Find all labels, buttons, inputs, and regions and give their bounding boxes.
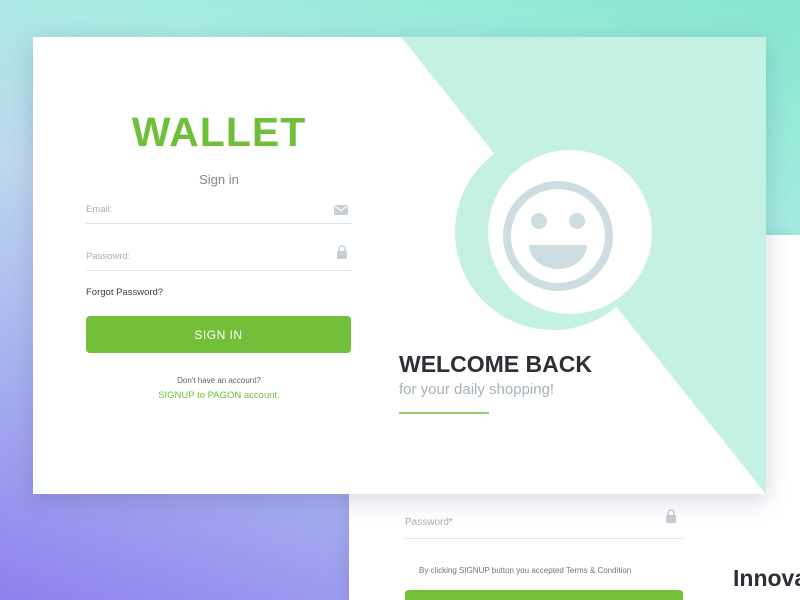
mail-icon	[334, 202, 348, 220]
welcome-title: WELCOME BACK	[399, 351, 592, 377]
brand-logo: WALLET	[131, 109, 307, 155]
signup-password-field[interactable]: Password*	[405, 505, 683, 539]
no-account-text: Don't have an account?	[177, 376, 261, 385]
login-card: WALLET Sign in Email: Passowrd: Forgot P…	[33, 37, 766, 494]
password-field[interactable]: Passowrd:	[86, 241, 351, 271]
signup-password-placeholder: Password*	[405, 517, 453, 528]
title-underline	[399, 412, 489, 414]
sign-in-button[interactable]: SIGN IN	[86, 316, 351, 353]
lock-icon	[336, 245, 348, 264]
signup-button[interactable]	[405, 590, 683, 600]
signup-link[interactable]: SIGNUP to PAGON account.	[33, 390, 405, 401]
form-subtitle: Sign in	[199, 172, 239, 187]
password-placeholder: Passowrd:	[86, 251, 131, 262]
login-form: WALLET Sign in Email: Passowrd: Forgot P…	[33, 37, 393, 494]
terms-text: By clicking SIGNUP button you accepted T…	[419, 566, 632, 575]
email-field[interactable]: Email:	[86, 194, 351, 224]
lock-icon	[665, 509, 677, 528]
smiley-face-icon	[503, 181, 613, 291]
forgot-password-link[interactable]: Forgot Password?	[86, 287, 163, 298]
email-placeholder: Email:	[86, 204, 113, 215]
signup-heading: Innova	[733, 565, 800, 591]
welcome-tagline: for your daily shopping!	[399, 381, 555, 398]
